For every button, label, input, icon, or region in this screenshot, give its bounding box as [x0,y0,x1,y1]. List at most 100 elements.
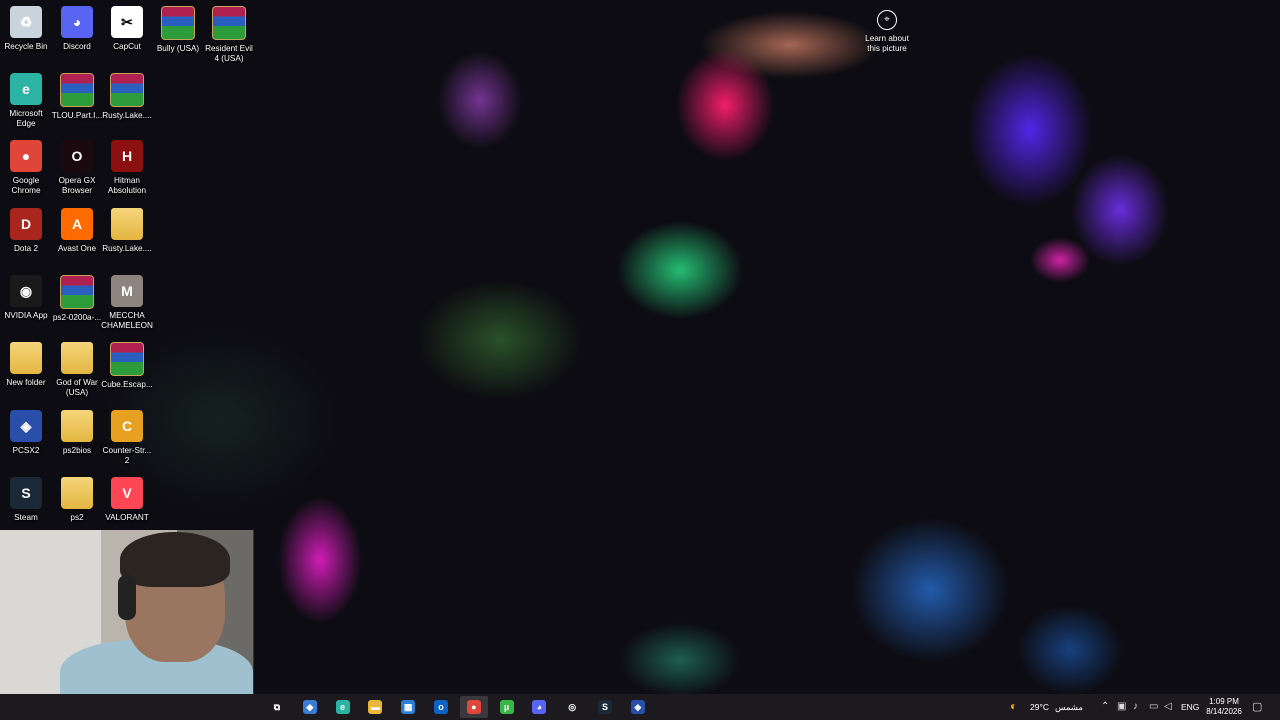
network-icon[interactable]: ▭ [1149,701,1158,713]
edge-icon: e [10,73,42,105]
desktop-icon[interactable]: New folder [0,342,52,388]
desktop-icon-label: Steam [14,513,38,522]
folder-icon [10,342,42,374]
desktop-icon-label: Discord [63,42,91,51]
desktop-icon[interactable]: TLOU.Part.I... [51,73,103,121]
desktop-icon[interactable]: H Hitman Absolution [101,140,153,196]
desktop-icon[interactable]: D Dota 2 [0,208,52,254]
desktop-icon-label: VALORANT [105,513,149,522]
desktop-icon[interactable]: Cube.Escap... [101,342,153,390]
language-indicator[interactable]: ENG [1181,702,1199,712]
desktop-icon[interactable]: ✂ CapCut [101,6,153,52]
camera-location-icon: ⌖ [877,10,897,30]
desktop-icon-label: Rusty.Lake.... [102,111,152,120]
clock-date: 8/14/2026 [1206,707,1242,716]
desktop-icon[interactable]: C Counter-Str... 2 [101,410,153,466]
counter-strike-icon: C [111,410,143,442]
desktop-icon[interactable]: ● Google Chrome [0,140,52,196]
webcam-overlay [0,530,254,720]
taskbar-button[interactable]: ◈ [624,696,652,718]
opera-gx-icon: O [61,140,93,172]
desktop-icon[interactable]: ps2 [51,477,103,523]
steam-icon: S [598,700,612,714]
microsoft-store-icon: ▦ [401,700,416,714]
learn-about-picture-label: Learn about this picture [865,34,909,53]
steam-icon: S [10,477,42,509]
desktop-icon[interactable]: A Avast One [51,208,103,254]
taskbar-button[interactable]: ▦ [394,696,422,718]
weather-temp[interactable]: 29°C [1030,702,1049,712]
desktop-icon-label: NVIDIA App [4,311,48,320]
desktop-icon-label: MECCHA CHAMELEON [101,311,153,330]
desktop-icon-label: TLOU.Part.I... [51,111,103,120]
valorant-icon: V [111,477,143,509]
onedrive-icon[interactable]: ▣ [1117,701,1126,713]
desktop-icon-label: ps2-0200a-... [52,313,102,322]
weather-condition[interactable]: مشمس [1055,702,1083,713]
discord-icon: ◕ [532,700,547,714]
pcsx2-icon: ◈ [10,410,42,442]
clock[interactable]: 1:09 PM 8/14/2026 [1202,697,1246,717]
winrar-icon [161,6,195,40]
desktop-icon[interactable]: Bully (USA) [152,6,204,54]
taskbar-button[interactable]: ● [459,696,488,718]
desktop-icon[interactable]: e Microsoft Edge [0,73,52,129]
winrar-icon [110,73,144,107]
desktop-icon[interactable]: S Steam [0,477,52,523]
folder-icon [111,208,143,240]
taskbar-button[interactable]: e [329,696,357,718]
taskbar-button[interactable]: ⧉ [263,696,291,718]
desktop-icon[interactable]: ps2-0200a-... [51,275,103,323]
desktop-icon-label: Bully (USA) [156,44,200,53]
chrome-icon: ● [10,140,42,172]
desktop-icon-label: Opera GX Browser [58,176,96,195]
desktop-icon-label: Hitman Absolution [107,176,147,195]
notification-icon[interactable]: ▢ [1252,701,1262,713]
desktop-icon-label: Dota 2 [13,244,39,253]
desktop-icon-label: CapCut [113,42,141,51]
desktop-icon[interactable]: ◈ PCSX2 [0,410,52,456]
desktop-icon[interactable]: Rusty.Lake.... [101,73,153,121]
desktop-icon[interactable]: ps2bios [51,410,103,456]
learn-about-picture[interactable]: ⌖ Learn about this picture [860,10,914,54]
clock-time: 1:09 PM [1209,697,1239,706]
file-explorer-icon: ▬ [368,700,383,714]
desktop-icon[interactable]: ♻ Recycle Bin [0,6,52,52]
taskbar-button[interactable]: ◆ [296,696,324,718]
taskbar-button[interactable]: o [427,696,455,718]
desktop-icon-label: ps2 [70,513,84,522]
taskbar-button[interactable]: ◕ [525,696,553,718]
desktop-icon-label: Google Chrome [11,176,41,195]
capcut-icon: ✂ [111,6,143,38]
desktop-icon[interactable]: ◉ NVIDIA App [0,275,52,321]
desktop-icon-label: Recycle Bin [4,42,48,51]
dota2-icon: D [10,208,42,240]
desktop-icon[interactable]: O Opera GX Browser [51,140,103,196]
taskbar: ⧉ ◆ e ▬ ▦ o ● µ ◕ ◎ S ◈ ◐ 29°C مشمس ⌃ ▣ ♪ ▭ ◁ ENG 1… [0,694,1280,720]
desktop-icon[interactable]: Rusty.Lake.... [101,208,153,254]
desktop-icon-label: ps2bios [62,446,92,455]
desktop-icon-label: God of War (USA) [56,378,98,397]
edge-icon: e [335,700,350,714]
winrar-icon [60,73,94,107]
desktop-icon[interactable]: God of War (USA) [51,342,103,398]
volume-icon[interactable]: ◁ [1164,701,1172,713]
desktop-icon-label: Cube.Escap... [101,380,153,389]
taskbar-button[interactable]: ◎ [558,696,586,718]
taskbar-button[interactable]: µ [493,696,521,718]
nvidia-icon: ◉ [10,275,42,307]
desktop-icon[interactable]: M MECCHA CHAMELEON [101,275,153,331]
chevron-up-icon[interactable]: ⌃ [1101,701,1109,713]
taskbar-button[interactable]: ▬ [361,696,389,718]
chrome-icon: ● [466,700,481,714]
desktop-icon[interactable]: Resident Evil 4 (USA) [203,6,255,64]
desktop-icon-label: Rusty.Lake.... [102,244,152,253]
desktop-icon[interactable]: ◕ Discord [51,6,103,52]
weather-sun-icon[interactable]: ◐ [1010,700,1017,712]
desktop-icon-label: Resident Evil 4 (USA) [205,44,253,63]
microphone-icon[interactable]: ♪ [1133,701,1138,713]
desktop-icon[interactable]: V VALORANT [101,477,153,523]
taskbar-button[interactable]: S [591,696,619,718]
discord-icon: ◕ [61,6,93,38]
folder-icon [61,477,93,509]
